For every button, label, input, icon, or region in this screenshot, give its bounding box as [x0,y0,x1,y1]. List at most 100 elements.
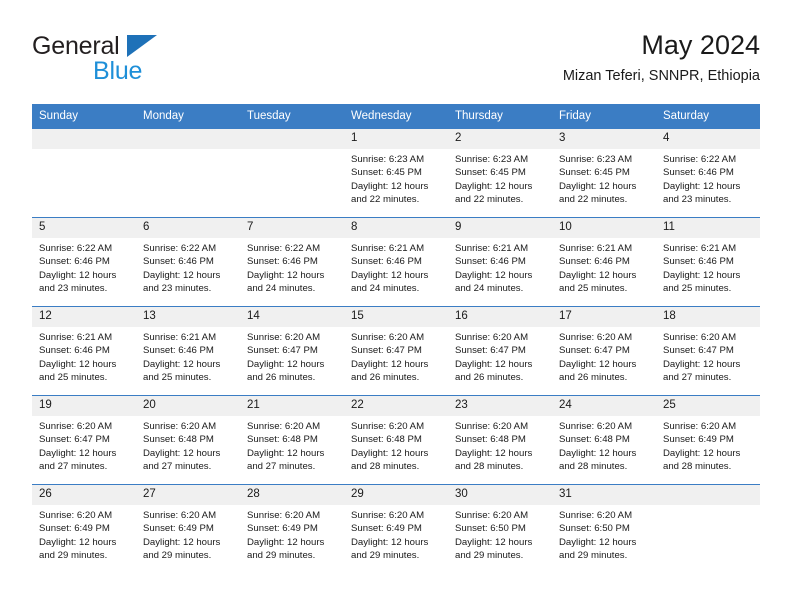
calendar-cell-empty [32,128,136,218]
calendar-day-cell[interactable]: 11 Sunrise: 6:21 AM Sunset: 6:46 PM Dayligh… [656,217,760,307]
day-sun-info: Sunrise: 6:20 AM Sunset: 6:47 PM Daylight:… [448,327,552,385]
day-number: 21 [240,396,344,416]
sunrise-text: Sunrise: 6:22 AM [247,243,321,254]
weekday-header-sunday: Sunday [32,104,136,129]
calendar-day-cell[interactable]: 23 Sunrise: 6:20 AM Sunset: 6:48 PM Dayligh… [448,395,552,485]
day-number: 6 [136,218,240,238]
day-sun-info: Sunrise: 6:20 AM Sunset: 6:47 PM Daylight:… [32,416,136,474]
day-number: 3 [552,129,656,149]
calendar-week-row: 19 Sunrise: 6:20 AM Sunset: 6:47 PM Dayligh… [32,395,760,485]
calendar-day-cell[interactable]: 25 Sunrise: 6:20 AM Sunset: 6:49 PM Dayligh… [656,395,760,485]
calendar-day-cell[interactable]: 8 Sunrise: 6:21 AM Sunset: 6:46 PM Daylight… [344,217,448,307]
calendar-day-cell[interactable]: 24 Sunrise: 6:20 AM Sunset: 6:48 PM Dayligh… [552,395,656,485]
sunrise-text: Sunrise: 6:21 AM [663,243,737,254]
calendar-day-cell[interactable]: 17 Sunrise: 6:20 AM Sunset: 6:47 PM Dayligh… [552,306,656,396]
calendar-day-cell[interactable]: 27 Sunrise: 6:20 AM Sunset: 6:49 PM Dayligh… [136,484,240,573]
day-number: 12 [32,307,136,327]
calendar-day-cell[interactable]: 12 Sunrise: 6:21 AM Sunset: 6:46 PM Dayligh… [32,306,136,396]
logo-triangle-icon [127,35,157,57]
daylight-text-line1: Daylight: 12 hours [663,358,741,370]
day-sun-info: Sunrise: 6:20 AM Sunset: 6:49 PM Daylight:… [136,505,240,563]
daylight-text-line2: and 25 minutes. [663,283,732,295]
weekday-header-thursday: Thursday [448,104,552,129]
calendar-day-cell[interactable]: 31 Sunrise: 6:20 AM Sunset: 6:50 PM Dayligh… [552,484,656,573]
calendar-day-cell[interactable]: 21 Sunrise: 6:20 AM Sunset: 6:48 PM Dayligh… [240,395,344,485]
day-sun-info: Sunrise: 6:21 AM Sunset: 6:46 PM Daylight:… [552,238,656,296]
day-number: 13 [136,307,240,327]
calendar-body: 1 Sunrise: 6:23 AM Sunset: 6:45 PM Daylight… [32,128,760,573]
sunset-text: Sunset: 6:50 PM [455,523,526,535]
sunset-text: Sunset: 6:47 PM [663,345,734,357]
day-number: 4 [656,129,760,149]
day-number: 29 [344,485,448,505]
calendar-cell-empty [240,128,344,218]
page-subtitle: Mizan Teferi, SNNPR, Ethiopia [562,68,760,84]
sunset-text: Sunset: 6:47 PM [351,345,422,357]
day-sun-info: Sunrise: 6:21 AM Sunset: 6:46 PM Daylight:… [448,238,552,296]
sunrise-text: Sunrise: 6:21 AM [559,243,633,254]
generalblue-logo: General Blue [32,32,232,88]
day-sun-info: Sunrise: 6:20 AM Sunset: 6:49 PM Daylight:… [344,505,448,563]
calendar-day-cell[interactable]: 9 Sunrise: 6:21 AM Sunset: 6:46 PM Daylight… [448,217,552,307]
calendar-day-cell[interactable]: 10 Sunrise: 6:21 AM Sunset: 6:46 PM Dayligh… [552,217,656,307]
calendar-day-cell[interactable]: 29 Sunrise: 6:20 AM Sunset: 6:49 PM Dayligh… [344,484,448,573]
calendar-day-cell[interactable]: 14 Sunrise: 6:20 AM Sunset: 6:47 PM Dayligh… [240,306,344,396]
calendar-day-cell[interactable]: 6 Sunrise: 6:22 AM Sunset: 6:46 PM Daylight… [136,217,240,307]
daylight-text-line2: and 24 minutes. [455,283,524,295]
sunset-text: Sunset: 6:47 PM [247,345,318,357]
day-sun-info: Sunrise: 6:20 AM Sunset: 6:48 PM Daylight:… [240,416,344,474]
sunset-text: Sunset: 6:48 PM [143,434,214,446]
weekday-header-tuesday: Tuesday [240,104,344,129]
calendar-day-cell[interactable]: 28 Sunrise: 6:20 AM Sunset: 6:49 PM Dayligh… [240,484,344,573]
calendar-day-cell[interactable]: 19 Sunrise: 6:20 AM Sunset: 6:47 PM Dayligh… [32,395,136,485]
calendar-day-cell[interactable]: 2 Sunrise: 6:23 AM Sunset: 6:45 PM Daylight… [448,128,552,218]
calendar-day-cell[interactable]: 30 Sunrise: 6:20 AM Sunset: 6:50 PM Dayligh… [448,484,552,573]
daylight-text-line2: and 23 minutes. [39,283,108,295]
daylight-text-line1: Daylight: 12 hours [39,447,117,459]
sunrise-text: Sunrise: 6:22 AM [39,243,113,254]
calendar-day-cell[interactable]: 13 Sunrise: 6:21 AM Sunset: 6:46 PM Dayligh… [136,306,240,396]
calendar-day-cell[interactable]: 20 Sunrise: 6:20 AM Sunset: 6:48 PM Dayligh… [136,395,240,485]
daylight-text-line1: Daylight: 12 hours [559,358,637,370]
calendar-day-cell[interactable]: 15 Sunrise: 6:20 AM Sunset: 6:47 PM Dayligh… [344,306,448,396]
calendar-week-row: 12 Sunrise: 6:21 AM Sunset: 6:46 PM Dayligh… [32,306,760,396]
daylight-text-line1: Daylight: 12 hours [351,536,429,548]
calendar-day-cell[interactable]: 7 Sunrise: 6:22 AM Sunset: 6:46 PM Daylight… [240,217,344,307]
sunset-text: Sunset: 6:47 PM [455,345,526,357]
sunrise-text: Sunrise: 6:20 AM [351,332,425,343]
sunrise-text: Sunrise: 6:21 AM [143,332,217,343]
title-block: May 2024 Mizan Teferi, SNNPR, Ethiopia [563,28,760,87]
sunrise-text: Sunrise: 6:20 AM [247,510,321,521]
calendar-cell-empty [656,484,760,573]
sunrise-text: Sunrise: 6:20 AM [247,332,321,343]
calendar-day-cell[interactable]: 18 Sunrise: 6:20 AM Sunset: 6:47 PM Dayligh… [656,306,760,396]
sunset-text: Sunset: 6:48 PM [455,434,526,446]
sunrise-text: Sunrise: 6:20 AM [143,510,217,521]
calendar-day-cell[interactable]: 5 Sunrise: 6:22 AM Sunset: 6:46 PM Daylight… [32,217,136,307]
sunset-text: Sunset: 6:49 PM [663,434,734,446]
sunset-text: Sunset: 6:46 PM [663,256,734,268]
calendar-day-cell[interactable]: 1 Sunrise: 6:23 AM Sunset: 6:45 PM Daylight… [344,128,448,218]
day-sun-info: Sunrise: 6:21 AM Sunset: 6:46 PM Daylight:… [32,327,136,385]
daylight-text-line1: Daylight: 12 hours [663,180,741,192]
sunset-text: Sunset: 6:45 PM [455,167,526,179]
sunrise-text: Sunrise: 6:21 AM [351,243,425,254]
sunrise-text: Sunrise: 6:20 AM [351,510,425,521]
day-sun-info: Sunrise: 6:20 AM Sunset: 6:48 PM Daylight:… [344,416,448,474]
calendar-week-row: 1 Sunrise: 6:23 AM Sunset: 6:45 PM Daylight… [32,128,760,218]
daylight-text-line1: Daylight: 12 hours [455,447,533,459]
calendar-day-cell[interactable]: 22 Sunrise: 6:20 AM Sunset: 6:48 PM Dayligh… [344,395,448,485]
daylight-text-line1: Daylight: 12 hours [663,269,741,281]
calendar-day-cell[interactable]: 26 Sunrise: 6:20 AM Sunset: 6:49 PM Dayligh… [32,484,136,573]
sunrise-text: Sunrise: 6:22 AM [143,243,217,254]
calendar-day-cell[interactable]: 4 Sunrise: 6:22 AM Sunset: 6:46 PM Daylight… [656,128,760,218]
day-sun-info: Sunrise: 6:20 AM Sunset: 6:50 PM Daylight:… [552,505,656,563]
daylight-text-line2: and 29 minutes. [247,550,316,562]
day-number: 24 [552,396,656,416]
day-number [136,129,240,149]
sunset-text: Sunset: 6:45 PM [559,167,630,179]
day-sun-info: Sunrise: 6:22 AM Sunset: 6:46 PM Daylight:… [136,238,240,296]
calendar-day-cell[interactable]: 16 Sunrise: 6:20 AM Sunset: 6:47 PM Dayligh… [448,306,552,396]
day-sun-info: Sunrise: 6:20 AM Sunset: 6:49 PM Daylight:… [240,505,344,563]
calendar-day-cell[interactable]: 3 Sunrise: 6:23 AM Sunset: 6:45 PM Daylight… [552,128,656,218]
